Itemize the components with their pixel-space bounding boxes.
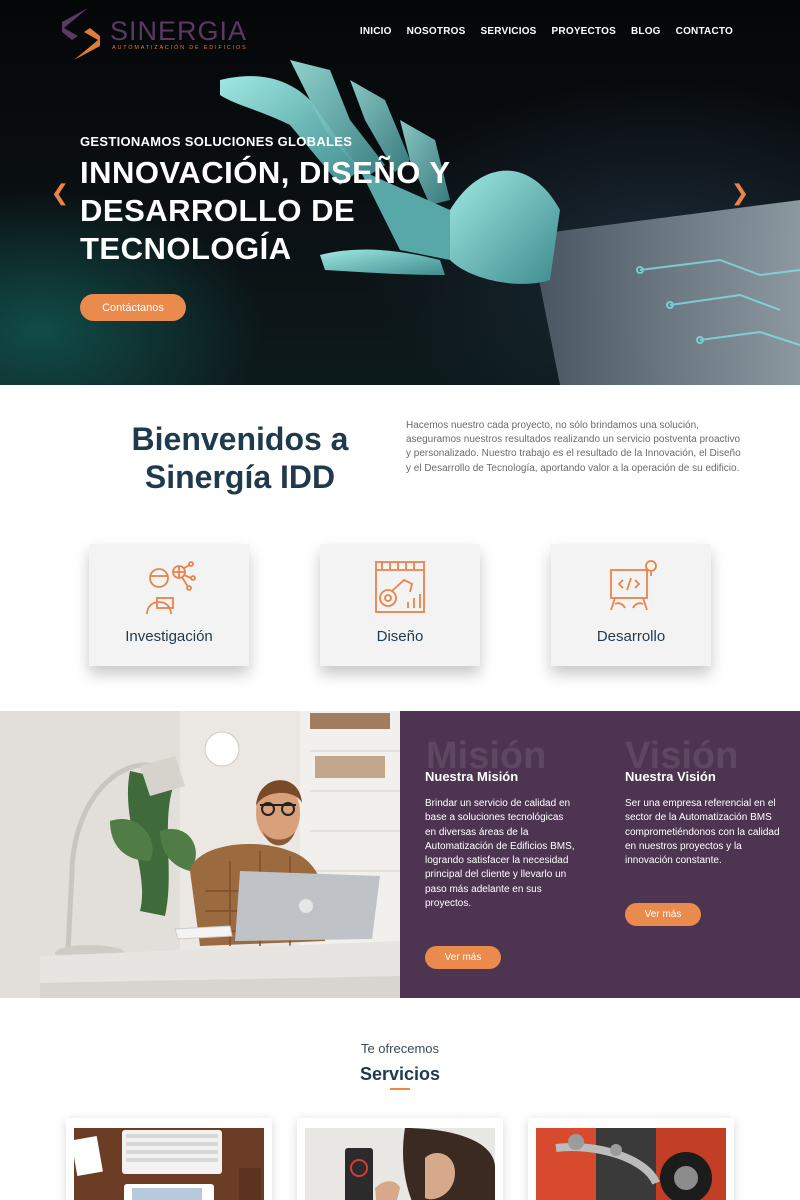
chevron-left-icon[interactable]: ❮ xyxy=(50,180,70,206)
nav-item-contacto[interactable]: CONTACTO xyxy=(676,26,733,37)
service-card-3[interactable] xyxy=(528,1118,734,1200)
nav-item-blog[interactable]: BLOG xyxy=(631,26,661,37)
nav-item-inicio[interactable]: INICIO xyxy=(360,26,392,37)
mission-vision-panel: Misión Nuestra Misión Brindar un servici… xyxy=(400,711,800,998)
feature-label: Desarrollo xyxy=(596,628,666,645)
design-icon xyxy=(375,561,425,613)
vision-more-button[interactable]: Ver más xyxy=(625,903,701,926)
services-title: Servicios xyxy=(359,1064,441,1084)
services-kicker: Te ofrecemos xyxy=(360,1041,440,1056)
mission-more-button[interactable]: Ver más xyxy=(425,946,501,969)
vision-text: Ser una empresa referencial en el sector… xyxy=(625,798,780,867)
service-image-thermostat xyxy=(305,1128,495,1200)
office-worker-photo xyxy=(0,711,400,998)
service-card-1[interactable] xyxy=(66,1118,272,1200)
research-icon xyxy=(146,561,196,615)
logo-mark-icon xyxy=(62,8,100,60)
development-icon xyxy=(610,560,657,611)
service-card-2[interactable] xyxy=(297,1118,503,1200)
feature-card-investigacion[interactable]: Investigación xyxy=(89,544,249,666)
welcome-title: Bienvenidos a Sinergía IDD xyxy=(131,421,349,495)
logo-name: SINERGIA xyxy=(110,16,248,46)
hero-banner: SINERGIA AUTOMATIZACIÓN DE EDIFICIOS INI… xyxy=(0,0,800,385)
feature-label: Investigación xyxy=(125,628,213,645)
mission-text: Brindar un servicio de calidad en base a… xyxy=(425,798,575,910)
contact-button[interactable]: Contáctanos xyxy=(80,294,186,321)
feature-card-desarrollo[interactable]: Desarrollo xyxy=(551,544,711,666)
logo-tagline: AUTOMATIZACIÓN DE EDIFICIOS xyxy=(112,45,248,51)
hero-title: INNOVACIÓN, DISEÑO Y DESARROLLO DE TECNO… xyxy=(80,155,451,266)
site-logo[interactable]: SINERGIA AUTOMATIZACIÓN DE EDIFICIOS xyxy=(58,6,248,62)
feature-card-diseno[interactable]: Diseño xyxy=(320,544,480,666)
service-image-keyboard xyxy=(74,1128,264,1200)
mission-title: Nuestra Misión xyxy=(425,769,519,784)
main-nav: INICIO NOSOTROS SERVICIOS PROYECTOS BLOG… xyxy=(360,26,733,37)
welcome-text: Hacemos nuestro cada proyecto, no sólo b… xyxy=(406,420,741,474)
feature-label: Diseño xyxy=(376,628,424,645)
services-divider xyxy=(390,1088,410,1090)
nav-item-servicios[interactable]: SERVICIOS xyxy=(480,26,536,37)
service-image-machinery xyxy=(536,1128,726,1200)
nav-item-proyectos[interactable]: PROYECTOS xyxy=(552,26,616,37)
chevron-right-icon[interactable]: ❯ xyxy=(730,180,750,206)
hero-kicker: GESTIONAMOS SOLUCIONES GLOBALES xyxy=(80,134,353,149)
nav-item-nosotros[interactable]: NOSOTROS xyxy=(407,26,466,37)
vision-title: Nuestra Visión xyxy=(625,769,716,784)
